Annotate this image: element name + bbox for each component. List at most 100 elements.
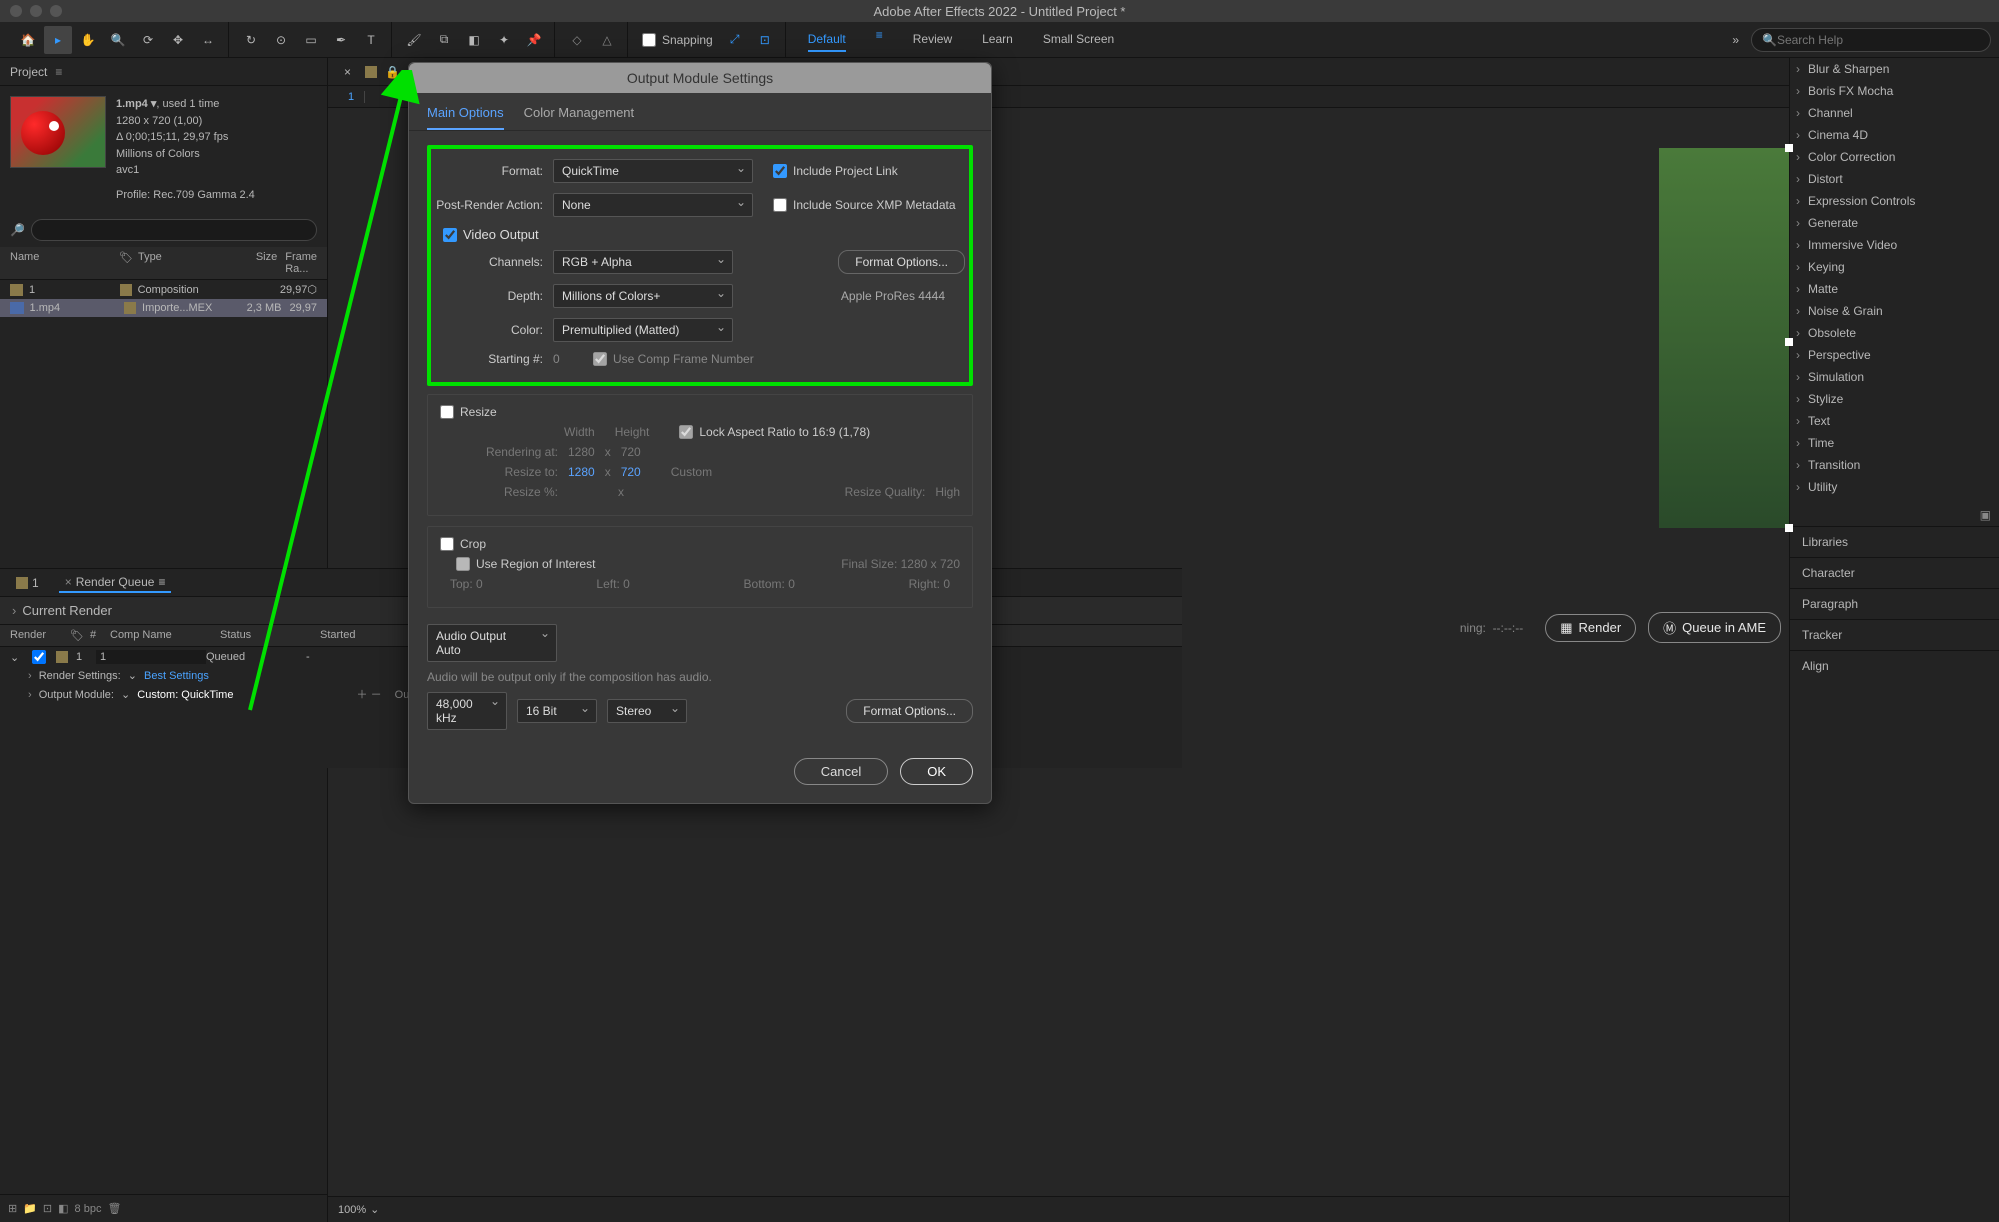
pen-tool-icon[interactable]: ✒ [327, 26, 355, 54]
project-row-footage[interactable]: 1.mp4 Importe...MEX 2,3 MB 29,97 [0, 299, 327, 317]
timeline-tab-queue[interactable]: × Render Queue ≡ [59, 573, 172, 593]
panel-menu-icon[interactable]: ≡ [55, 65, 62, 79]
effect-category[interactable]: Color Correction [1790, 146, 1999, 168]
crop-check[interactable]: Crop [440, 537, 960, 551]
render-button[interactable]: ▦ Render [1545, 614, 1636, 642]
audio-rate-select[interactable]: 48,000 kHz [427, 692, 507, 730]
selection-tool-icon[interactable]: ▸ [44, 26, 72, 54]
rotate-tool-icon[interactable]: ↻ [237, 26, 265, 54]
include-xmp-checkbox[interactable] [773, 198, 787, 212]
collapse-icon[interactable]: ▣ [1790, 504, 1999, 526]
tab-menu-icon[interactable]: ≡ [158, 575, 165, 589]
label-swatch[interactable] [124, 302, 136, 314]
include-xmp-check[interactable]: Include Source XMP Metadata [773, 198, 956, 212]
effect-category[interactable]: Cinema 4D [1790, 124, 1999, 146]
effect-category[interactable]: Utility [1790, 476, 1999, 498]
snapping-checkbox[interactable] [642, 33, 656, 47]
effect-category[interactable]: Stylize [1790, 388, 1999, 410]
trash-icon[interactable]: 🗑 [107, 1202, 121, 1215]
puppet-tool-icon[interactable]: 📌 [520, 26, 548, 54]
flowchart-icon[interactable]: ⬡ [307, 283, 317, 296]
audio-channels-select[interactable]: Stereo [607, 699, 687, 723]
minimize-icon[interactable] [30, 5, 42, 17]
chevron-down-icon[interactable]: ⌄ [370, 1203, 379, 1216]
chevron-down-icon[interactable]: ⌄ [121, 689, 130, 701]
snapping-toggle[interactable]: Snapping [636, 33, 719, 47]
breadcrumb-comp[interactable]: 1 [338, 91, 365, 103]
col-name[interactable]: Name [10, 251, 119, 275]
effect-category[interactable]: Time [1790, 432, 1999, 454]
adjust-icon[interactable]: ◧ [58, 1202, 68, 1215]
asset-name[interactable]: 1.mp4 ▾ [116, 98, 156, 110]
col-size[interactable]: Size [236, 251, 277, 275]
close-icon[interactable]: × [65, 575, 72, 589]
new-comp-icon[interactable]: ⊡ [43, 1202, 52, 1215]
crop-checkbox[interactable] [440, 537, 454, 551]
chevron-right-icon[interactable]: › [28, 670, 32, 682]
format-select[interactable]: QuickTime [553, 159, 753, 183]
col-type[interactable]: Type [138, 251, 236, 275]
format-options-button[interactable]: Format Options... [838, 250, 965, 274]
close-icon[interactable] [10, 5, 22, 17]
rotobrush-tool-icon[interactable]: ✦ [490, 26, 518, 54]
effect-category[interactable]: Perspective [1790, 344, 1999, 366]
color-select[interactable]: Premultiplied (Matted) [553, 318, 733, 342]
tab-libraries[interactable]: Libraries [1790, 526, 1999, 557]
effect-category[interactable]: Expression Controls [1790, 190, 1999, 212]
audio-depth-select[interactable]: 16 Bit [517, 699, 597, 723]
chevron-right-icon[interactable]: › [28, 689, 32, 701]
filter-icon[interactable]: 🔎 [10, 223, 25, 237]
home-icon[interactable]: 🏠 [14, 26, 42, 54]
search-help[interactable]: 🔍 [1751, 28, 1991, 52]
cancel-button[interactable]: Cancel [794, 758, 888, 785]
overflow-icon[interactable]: » [1732, 33, 1739, 47]
ok-button[interactable]: OK [900, 758, 973, 785]
chevron-down-icon[interactable]: ⌄ [10, 651, 22, 664]
render-row-name[interactable]: 1 [96, 650, 206, 664]
project-row-comp[interactable]: 1 Composition 29,97 ⬡ [0, 280, 327, 299]
snap-grid-icon[interactable]: ⊡ [751, 26, 779, 54]
resize-checkbox[interactable] [440, 405, 454, 419]
effect-category[interactable]: Generate [1790, 212, 1999, 234]
clone-tool-icon[interactable]: ⧉ [430, 26, 458, 54]
audio-format-options-button[interactable]: Format Options... [846, 699, 973, 723]
effect-category[interactable]: Transition [1790, 454, 1999, 476]
tab-paragraph[interactable]: Paragraph [1790, 588, 1999, 619]
orbit-tool-icon[interactable]: ⟳ [134, 26, 162, 54]
zoom-tool-icon[interactable]: 🔍 [104, 26, 132, 54]
label-swatch[interactable] [120, 284, 131, 296]
tab-character[interactable]: Character [1790, 557, 1999, 588]
channels-select[interactable]: RGB + Alpha [553, 250, 733, 274]
effect-category[interactable]: Channel [1790, 102, 1999, 124]
interpret-icon[interactable]: ⊞ [8, 1202, 17, 1215]
effect-category[interactable]: Boris FX Mocha [1790, 80, 1999, 102]
search-input[interactable] [1777, 33, 1980, 47]
workspace-default[interactable]: Default [808, 28, 846, 52]
output-module-link[interactable]: Custom: QuickTime [137, 689, 233, 701]
render-settings-link[interactable]: Best Settings [144, 670, 209, 682]
col-framerate[interactable]: Frame Ra... [277, 251, 317, 275]
anchor-tool-icon[interactable]: ⊙ [267, 26, 295, 54]
post-render-select[interactable]: None [553, 193, 753, 217]
queue-ame-button[interactable]: Ⓜ Queue in AME [1648, 612, 1781, 643]
tab-align[interactable]: Align [1790, 650, 1999, 681]
zoom-level[interactable]: 100% [338, 1204, 366, 1216]
hand-tool-icon[interactable]: ✋ [74, 26, 102, 54]
zoom-icon[interactable] [50, 5, 62, 17]
resize-check[interactable]: Resize [440, 405, 960, 419]
tab-color-management[interactable]: Color Management [524, 105, 635, 130]
bpc-label[interactable]: 8 bpc [75, 1203, 102, 1215]
tab-close-icon[interactable]: × [338, 63, 357, 81]
effect-category[interactable]: Noise & Grain [1790, 300, 1999, 322]
folder-icon[interactable]: 📁 [23, 1202, 37, 1215]
workspace-review[interactable]: Review [913, 28, 952, 52]
effect-category[interactable]: Keying [1790, 256, 1999, 278]
tab-main-options[interactable]: Main Options [427, 105, 504, 130]
snap-edge-icon[interactable]: ⤢ [721, 26, 749, 54]
include-link-check[interactable]: Include Project Link [773, 164, 898, 178]
effect-category[interactable]: Blur & Sharpen [1790, 58, 1999, 80]
workspace-smallscreen[interactable]: Small Screen [1043, 28, 1114, 52]
effect-category[interactable]: Distort [1790, 168, 1999, 190]
include-link-checkbox[interactable] [773, 164, 787, 178]
brush-tool-icon[interactable]: 🖌 [400, 26, 428, 54]
